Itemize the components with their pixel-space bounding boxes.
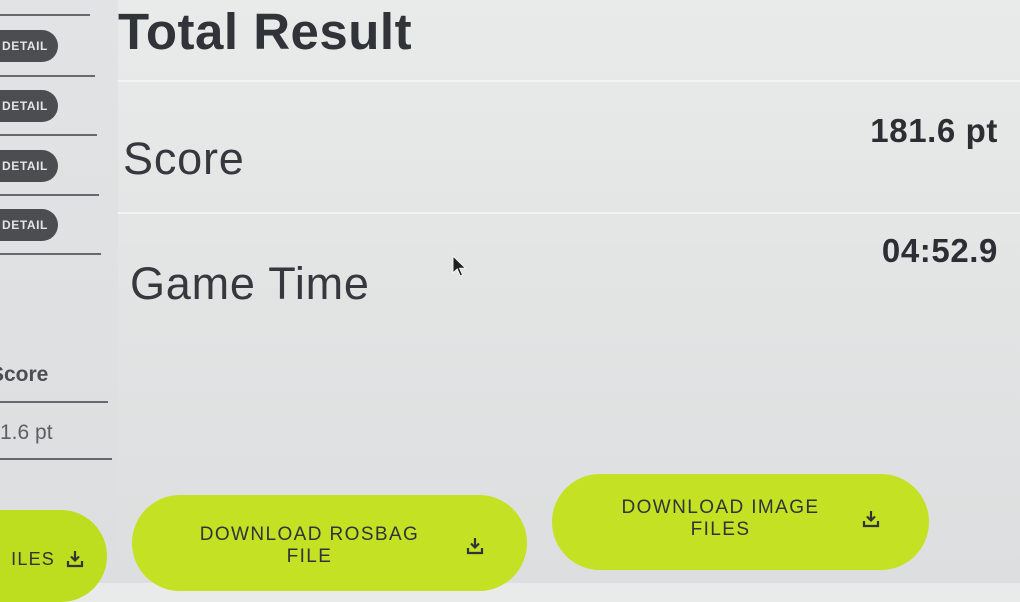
game-time-label: Game Time [130, 258, 370, 309]
detail-button[interactable]: DETAIL [0, 209, 58, 241]
score-label: Score [123, 133, 245, 184]
download-icon [862, 511, 879, 528]
row-divider [0, 458, 112, 460]
download-icon [66, 551, 84, 568]
left-results-panel: DETAIL DETAIL DETAIL DETAIL Score 1.6 pt… [0, 0, 118, 602]
sidebar-score-value: 1.6 pt [0, 421, 53, 444]
game-time-value: 04:52.9 [881, 232, 998, 269]
section-divider [118, 212, 1020, 214]
download-files-button[interactable]: ILES [0, 510, 107, 602]
download-rosbag-button[interactable]: DOWNLOAD ROSBAG FILE [132, 495, 527, 591]
row-divider [0, 401, 108, 403]
sidebar-score-label: Score [0, 363, 49, 386]
score-value: 181.6 pt [870, 112, 998, 149]
row-divider [0, 253, 101, 255]
section-divider [118, 80, 1020, 82]
download-files-label: ILES [11, 548, 55, 569]
row-divider [0, 14, 90, 16]
detail-button[interactable]: DETAIL [0, 90, 58, 122]
download-icon [466, 538, 483, 555]
detail-button[interactable]: DETAIL [0, 30, 58, 62]
row-divider [0, 75, 95, 77]
download-image-files-label: DOWNLOAD IMAGE FILES [621, 497, 820, 540]
detail-button[interactable]: DETAIL [0, 150, 58, 182]
download-image-files-button[interactable]: DOWNLOAD IMAGE FILES [552, 474, 929, 570]
download-rosbag-label: DOWNLOAD ROSBAG FILE [199, 524, 420, 567]
row-divider [0, 134, 97, 136]
page-title: Total Result [118, 3, 413, 60]
mouse-cursor-icon [452, 255, 467, 277]
row-divider [0, 194, 99, 196]
